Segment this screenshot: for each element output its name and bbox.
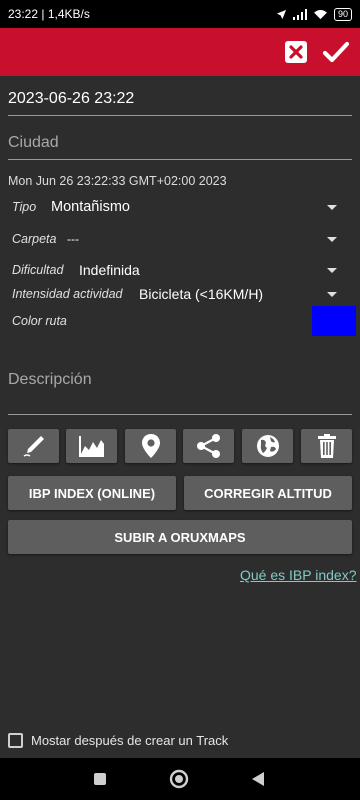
discard-button[interactable]	[282, 38, 310, 66]
battery-indicator: 90	[333, 7, 352, 21]
city-field[interactable]: Ciudad	[8, 134, 352, 160]
signal-icon	[292, 8, 307, 20]
edit-button[interactable]	[8, 429, 59, 463]
show-after-create-checkbox-row[interactable]: Mostar después de crear un Track	[8, 733, 228, 748]
home-button[interactable]	[169, 769, 189, 789]
dificultad-row[interactable]: Dificultad Indefinida	[0, 259, 360, 283]
status-icons: 90	[276, 7, 352, 21]
share-button[interactable]	[183, 429, 234, 463]
check-icon	[322, 41, 350, 63]
intensidad-label: Intensidad actividad	[12, 287, 123, 301]
system-navigation-bar	[0, 758, 360, 800]
online-map-button[interactable]	[242, 429, 293, 463]
tipo-row[interactable]: Tipo Montañismo	[0, 196, 360, 220]
upload-oruxmaps-button[interactable]: SUBIR A ORUXMAPS	[8, 520, 352, 554]
tipo-value: Montañismo	[51, 199, 130, 215]
home-circle-icon	[169, 769, 189, 789]
intensidad-row[interactable]: Intensidad actividad Bicicleta (<16KM/H)	[0, 283, 360, 307]
ibp-help-link[interactable]: Qué es IBP index?	[240, 567, 356, 583]
share-icon	[196, 434, 220, 458]
carpeta-label: Carpeta	[12, 232, 57, 246]
carpeta-value: ---	[67, 232, 79, 246]
color-ruta-row: Color ruta	[0, 310, 360, 334]
x-square-icon	[285, 41, 307, 63]
square-icon	[94, 773, 106, 785]
dificultad-dropdown-icon[interactable]	[327, 268, 337, 273]
wifi-icon	[314, 9, 327, 19]
top-toolbar	[0, 28, 360, 76]
map-pin-icon	[141, 434, 160, 458]
carpeta-dropdown-icon[interactable]	[327, 237, 337, 242]
location-arrow-icon	[276, 9, 287, 19]
tipo-label: Tipo	[12, 200, 37, 214]
show-after-create-checkbox[interactable]	[8, 733, 23, 748]
ibp-index-button[interactable]: IBP INDEX (ONLINE)	[8, 476, 176, 510]
status-time-speed: 23:22 | 1,4KB/s	[8, 7, 90, 21]
carpeta-row[interactable]: Carpeta ---	[0, 228, 360, 252]
trash-icon	[317, 434, 336, 458]
dificultad-value: Indefinida	[79, 262, 140, 278]
confirm-button[interactable]	[322, 38, 350, 66]
tipo-dropdown-icon[interactable]	[327, 205, 337, 210]
dificultad-label: Dificultad	[12, 263, 64, 277]
altitude-chart-button[interactable]	[66, 429, 117, 463]
correct-altitude-button[interactable]: CORREGIR ALTITUD	[184, 476, 352, 510]
pen-icon	[23, 436, 44, 457]
intensidad-value: Bicicleta (<16KM/H)	[139, 286, 264, 302]
timestamp-text: Mon Jun 26 23:22:33 GMT+02:00 2023	[8, 174, 227, 188]
chart-icon	[78, 436, 104, 457]
location-button[interactable]	[125, 429, 176, 463]
delete-button[interactable]	[301, 429, 352, 463]
show-after-create-label: Mostar después de crear un Track	[31, 733, 229, 748]
globe-icon	[256, 435, 279, 457]
recents-button[interactable]	[90, 769, 110, 789]
back-triangle-icon	[252, 772, 264, 786]
color-ruta-label: Color ruta	[12, 314, 67, 328]
route-color-swatch[interactable]	[312, 306, 356, 336]
intensidad-dropdown-icon[interactable]	[327, 292, 337, 297]
description-field[interactable]: Descripción	[8, 370, 352, 415]
back-button[interactable]	[248, 769, 268, 789]
date-field[interactable]: 2023-06-26 23:22	[8, 90, 352, 116]
status-bar: 23:22 | 1,4KB/s 90	[0, 0, 360, 28]
